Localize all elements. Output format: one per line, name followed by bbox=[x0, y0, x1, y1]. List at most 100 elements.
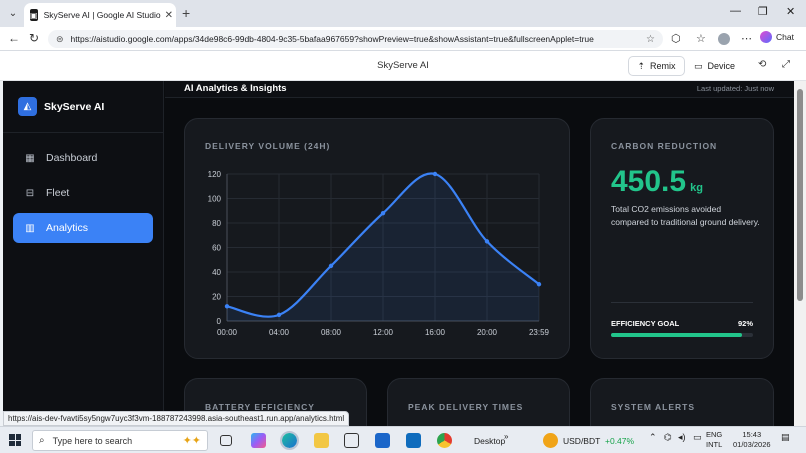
y-tick-label: 60 bbox=[212, 244, 221, 253]
sidebar-item-fleet[interactable]: ⊟ Fleet bbox=[13, 178, 153, 208]
data-point bbox=[484, 239, 490, 244]
carbon-value: 450.5 kg bbox=[611, 165, 703, 199]
scrollbar-thumb[interactable] bbox=[797, 89, 803, 301]
profile-avatar[interactable] bbox=[718, 33, 730, 45]
notifications-icon[interactable]: ▤ bbox=[781, 432, 790, 443]
outlook-icon[interactable] bbox=[406, 433, 421, 448]
refresh-app-icon[interactable]: ⟲ bbox=[758, 59, 766, 70]
data-point bbox=[432, 171, 438, 177]
x-tick-label: 08:00 bbox=[321, 328, 342, 337]
bar-chart-icon: ▥ bbox=[25, 222, 35, 234]
sidebar-item-label: Fleet bbox=[46, 187, 70, 199]
page-scrollbar[interactable] bbox=[794, 81, 806, 426]
word-icon[interactable] bbox=[375, 433, 390, 448]
taskbar-search-box[interactable]: ⌕ Type here to search ✦✦ bbox=[32, 430, 208, 451]
desktop-label[interactable]: Desktop bbox=[474, 436, 505, 446]
search-icon: ⌕ bbox=[39, 435, 45, 446]
search-highlight-icon: ✦✦ bbox=[182, 435, 201, 447]
y-tick-label: 40 bbox=[212, 268, 221, 277]
window-close-icon[interactable]: ✕ bbox=[786, 5, 795, 18]
clock[interactable]: 15:43 01/03/2026 bbox=[733, 430, 771, 450]
carbon-unit: kg bbox=[690, 182, 703, 194]
clock-date: 01/03/2026 bbox=[733, 440, 771, 449]
x-tick-label: 16:00 bbox=[425, 328, 446, 337]
copilot-app-icon[interactable] bbox=[251, 433, 266, 448]
favorites-icon[interactable]: ☆ bbox=[696, 32, 706, 45]
windows-taskbar: ⌕ Type here to search ✦✦ Desktop » USD/B… bbox=[0, 426, 806, 453]
peak-delivery-card: PEAK DELIVERY TIMES bbox=[387, 378, 570, 426]
carbon-reduction-card: CARBON REDUCTION 450.5 kg Total CO2 emiss… bbox=[590, 118, 774, 359]
box-icon: ⊟ bbox=[25, 187, 35, 199]
skyserve-app: ◭ SkyServe AI ▦ Dashboard ⊟ Fleet ▥ Anal… bbox=[3, 81, 794, 426]
minimize-icon[interactable]: — bbox=[730, 5, 741, 17]
tab-favicon-icon: ▣ bbox=[30, 9, 38, 21]
volume-icon[interactable]: ◂) bbox=[678, 432, 686, 443]
task-view-icon[interactable] bbox=[220, 435, 232, 446]
browser-tab[interactable]: ▣ SkyServe AI | Google AI Studio ✕ bbox=[24, 3, 176, 27]
y-tick-label: 80 bbox=[212, 219, 221, 228]
language-bottom: INTL bbox=[706, 440, 723, 449]
currency-widget-icon[interactable] bbox=[543, 433, 558, 448]
device-label: Device bbox=[707, 61, 736, 71]
more-menu-icon[interactable]: ⋯ bbox=[741, 32, 752, 45]
device-icon: ▭ bbox=[694, 60, 703, 71]
sidebar-item-dashboard[interactable]: ▦ Dashboard bbox=[13, 143, 153, 173]
language-indicator[interactable]: ENG INTL bbox=[706, 430, 722, 450]
address-url[interactable]: https://aistudio.google.com/apps/34de98c… bbox=[71, 34, 646, 44]
new-tab-plus-icon[interactable]: + bbox=[182, 5, 190, 21]
clock-time: 15:43 bbox=[742, 430, 762, 439]
site-info-icon[interactable]: ⊜ bbox=[56, 34, 64, 45]
file-explorer-icon[interactable] bbox=[314, 433, 329, 448]
remix-icon: ⇡ bbox=[637, 60, 646, 71]
chat-label: Chat bbox=[776, 32, 794, 42]
browser-tab-strip: ⌄ ▣ SkyServe AI | Google AI Studio ✕ + —… bbox=[0, 0, 806, 27]
search-placeholder: Type here to search bbox=[52, 435, 133, 446]
remix-label: Remix bbox=[650, 61, 676, 71]
bookmark-star-icon[interactable]: ☆ bbox=[646, 34, 655, 45]
browser-toolbar: ← ↻ ⊜ https://aistudio.google.com/apps/3… bbox=[0, 27, 806, 51]
data-point bbox=[380, 211, 386, 216]
extensions-icon[interactable]: ⬡ bbox=[671, 32, 681, 45]
page-title: AI Analytics & Insights bbox=[184, 83, 287, 94]
efficiency-goal-label: EFFICIENCY GOAL bbox=[611, 319, 680, 328]
brand[interactable]: ◭ SkyServe AI bbox=[18, 97, 104, 116]
store-icon[interactable] bbox=[344, 433, 359, 448]
restore-icon[interactable]: ❐ bbox=[758, 5, 768, 18]
tray-chevron-up-icon[interactable]: ⌃ bbox=[649, 432, 657, 443]
sidebar: ◭ SkyServe AI ▦ Dashboard ⊟ Fleet ▥ Anal… bbox=[3, 81, 164, 426]
peak-delivery-label: PEAK DELIVERY TIMES bbox=[408, 402, 524, 412]
tab-close-icon[interactable]: ✕ bbox=[165, 10, 173, 21]
remix-button[interactable]: ⇡ Remix bbox=[628, 56, 685, 76]
x-tick-label: 04:00 bbox=[269, 328, 290, 337]
data-point bbox=[276, 312, 282, 318]
edge-browser-icon[interactable] bbox=[280, 431, 299, 450]
battery-icon[interactable]: ▭ bbox=[693, 432, 702, 443]
studio-header: SkyServe AI ⇡ Remix ▭ Device ⟲ ⤢ bbox=[0, 51, 806, 81]
delivery-volume-chart: 0 20 40 60 80 100 120 00:00 04:00 08:00 12:00 16:00… bbox=[208, 170, 550, 337]
efficiency-goal-percent: 92% bbox=[737, 319, 753, 328]
grid-icon: ▦ bbox=[25, 152, 35, 164]
sidebar-divider bbox=[3, 132, 164, 133]
back-arrow-icon[interactable]: ← bbox=[8, 31, 20, 45]
currency-label[interactable]: USD/BDT bbox=[563, 436, 600, 446]
desktop-chevron-icon[interactable]: » bbox=[504, 432, 508, 441]
windows-start-icon[interactable] bbox=[9, 434, 21, 446]
x-tick-label: 00:00 bbox=[217, 328, 238, 337]
copilot-chat-button[interactable]: Chat bbox=[760, 31, 794, 43]
tab-list-chevron-icon[interactable]: ⌄ bbox=[5, 5, 21, 21]
delivery-volume-card: DELIVERY VOLUME (24H) 0 20 40 60 80 100 120 00:… bbox=[184, 118, 570, 359]
address-bar[interactable]: ⊜ https://aistudio.google.com/apps/34de9… bbox=[48, 30, 663, 48]
data-point bbox=[328, 263, 334, 269]
y-tick-label: 20 bbox=[212, 293, 221, 302]
copilot-icon bbox=[760, 31, 772, 43]
reload-icon[interactable]: ↻ bbox=[29, 31, 39, 45]
language-top: ENG bbox=[706, 430, 723, 439]
device-button[interactable]: ▭ Device bbox=[694, 56, 735, 76]
network-icon[interactable]: ⌬ bbox=[664, 432, 672, 443]
y-tick-label: 100 bbox=[208, 195, 222, 204]
sidebar-item-label: Dashboard bbox=[46, 152, 98, 164]
fullscreen-icon[interactable]: ⤢ bbox=[782, 59, 790, 70]
sidebar-item-analytics[interactable]: ▥ Analytics bbox=[13, 213, 153, 243]
currency-change: +0.47% bbox=[605, 436, 635, 446]
chrome-icon[interactable] bbox=[437, 433, 452, 448]
